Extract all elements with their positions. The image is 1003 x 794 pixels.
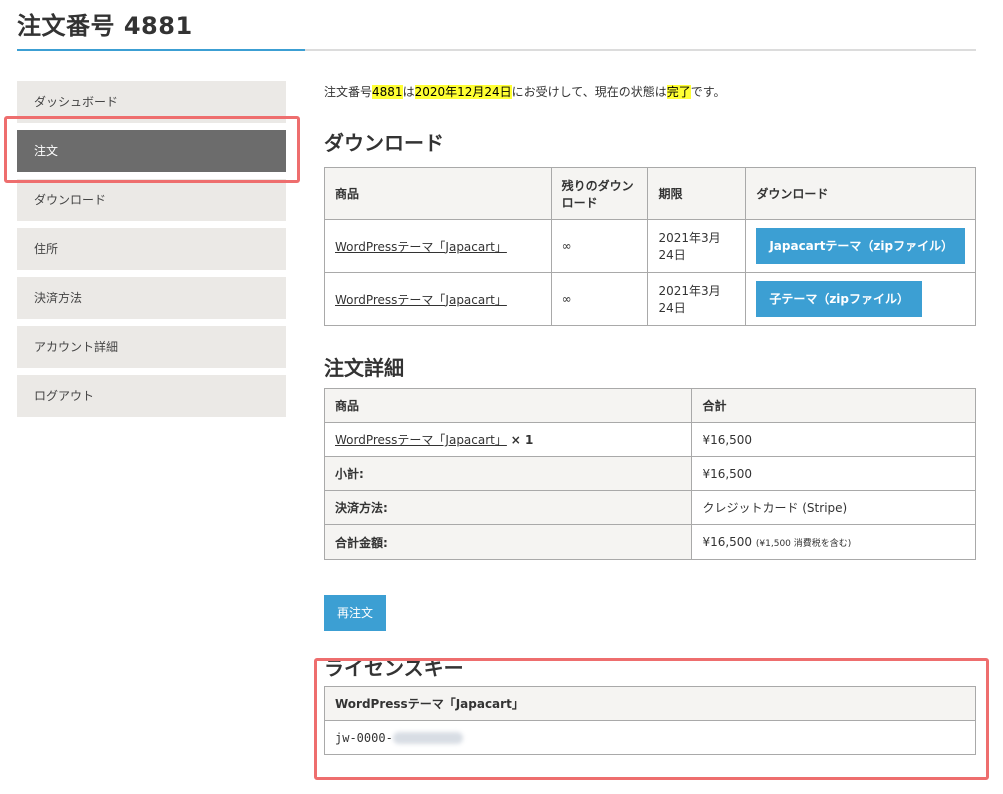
product-link[interactable]: WordPressテーマ「Japacart」 <box>335 433 507 447</box>
column-header: 商品 <box>324 167 552 220</box>
sidebar-item-label: ログアウト <box>34 389 95 403</box>
column-header: ダウンロード <box>745 167 976 220</box>
table-row: WordPressテーマ「Japacart」 ∞ 2021年3月24日 子テーマ… <box>324 272 976 326</box>
page-title: 注文番号 4881 <box>17 12 193 40</box>
column-header: 合計 <box>691 388 976 423</box>
tax-note: (¥1,500 消費税を含む) <box>755 539 852 549</box>
sidebar-item-addresses[interactable]: 住所 <box>17 228 286 270</box>
table-row: WordPressテーマ「Japacart」 × 1 ¥16,500 <box>323 422 976 457</box>
annotation-highlight-license <box>314 658 989 780</box>
sidebar-item-downloads[interactable]: ダウンロード <box>17 179 286 221</box>
grand-total-label: 合計金額: <box>323 524 693 560</box>
table-row: 合計金額: ¥16,500 (¥1,500 消費税を含む) <box>323 524 976 560</box>
sidebar-item-label: ダウンロード <box>34 193 107 207</box>
column-header: 残りのダウンロード <box>550 167 649 220</box>
sidebar-item-label: アカウント詳細 <box>34 340 119 354</box>
order-details-table: 商品 合計 WordPressテーマ「Japacart」 × 1 ¥16,500… <box>323 388 976 560</box>
sidebar-item-account-details[interactable]: アカウント詳細 <box>17 326 286 368</box>
downloads-table: 商品 残りのダウンロード 期限 ダウンロード WordPressテーマ「Japa… <box>324 167 976 326</box>
subtotal-label: 小計: <box>323 456 693 491</box>
table-row: 決済方法: クレジットカード (Stripe) <box>323 490 976 525</box>
sidebar-item-label: 住所 <box>34 242 59 256</box>
reorder-button[interactable]: 再注文 <box>324 595 387 631</box>
subtotal-value: ¥16,500 <box>691 456 976 491</box>
intro-prefix: 注文番号 <box>324 85 373 99</box>
grand-total-value: ¥16,500 <box>702 535 753 549</box>
order-summary-text: 注文番号4881は2020年12月24日にお受けして、現在の状態は完了です。 <box>324 81 976 103</box>
table-header-row: 商品 残りのダウンロード 期限 ダウンロード <box>324 167 976 220</box>
annotation-highlight-orders <box>4 116 300 183</box>
sidebar-item-logout[interactable]: ログアウト <box>17 375 286 417</box>
column-header: 商品 <box>323 388 693 423</box>
order-date: 2020年12月24日 <box>414 85 512 99</box>
intro-text: です。 <box>690 85 726 99</box>
column-header: 期限 <box>647 167 747 220</box>
product-link[interactable]: WordPressテーマ「Japacart」 <box>335 293 507 307</box>
download-child-theme-button[interactable]: 子テーマ（zipファイル） <box>756 281 923 317</box>
order-main: 注文番号4881は2020年12月24日にお受けして、現在の状態は完了です。 ダ… <box>323 81 976 755</box>
sidebar-item-payment-methods[interactable]: 決済方法 <box>17 277 286 319</box>
table-row: WordPressテーマ「Japacart」 ∞ 2021年3月24日 Japa… <box>324 219 976 273</box>
expiry-date: 2021年3月24日 <box>647 272 747 326</box>
remaining-downloads: ∞ <box>550 219 649 273</box>
order-number: 4881 <box>372 85 403 99</box>
download-theme-button[interactable]: Japacartテーマ（zipファイル） <box>756 228 965 264</box>
payment-method-label: 決済方法: <box>323 490 693 525</box>
remaining-downloads: ∞ <box>550 272 649 326</box>
sidebar-item-label: ダッシュボード <box>34 95 119 109</box>
product-link[interactable]: WordPressテーマ「Japacart」 <box>335 240 507 254</box>
sidebar-item-label: 決済方法 <box>34 291 83 305</box>
order-status: 完了 <box>666 85 691 99</box>
item-total: ¥16,500 <box>691 422 976 457</box>
intro-text: にお受けして、現在の状態は <box>511 85 667 99</box>
table-row: 小計: ¥16,500 <box>323 456 976 491</box>
payment-method-value: クレジットカード (Stripe) <box>691 490 976 525</box>
downloads-title: ダウンロード <box>324 131 444 155</box>
expiry-date: 2021年3月24日 <box>647 219 747 273</box>
order-details-title: 注文詳細 <box>324 356 404 380</box>
table-header-row: 商品 合計 <box>323 388 976 423</box>
item-quantity: × 1 <box>510 433 534 447</box>
title-divider-accent <box>17 49 305 51</box>
intro-text: は <box>402 85 415 99</box>
